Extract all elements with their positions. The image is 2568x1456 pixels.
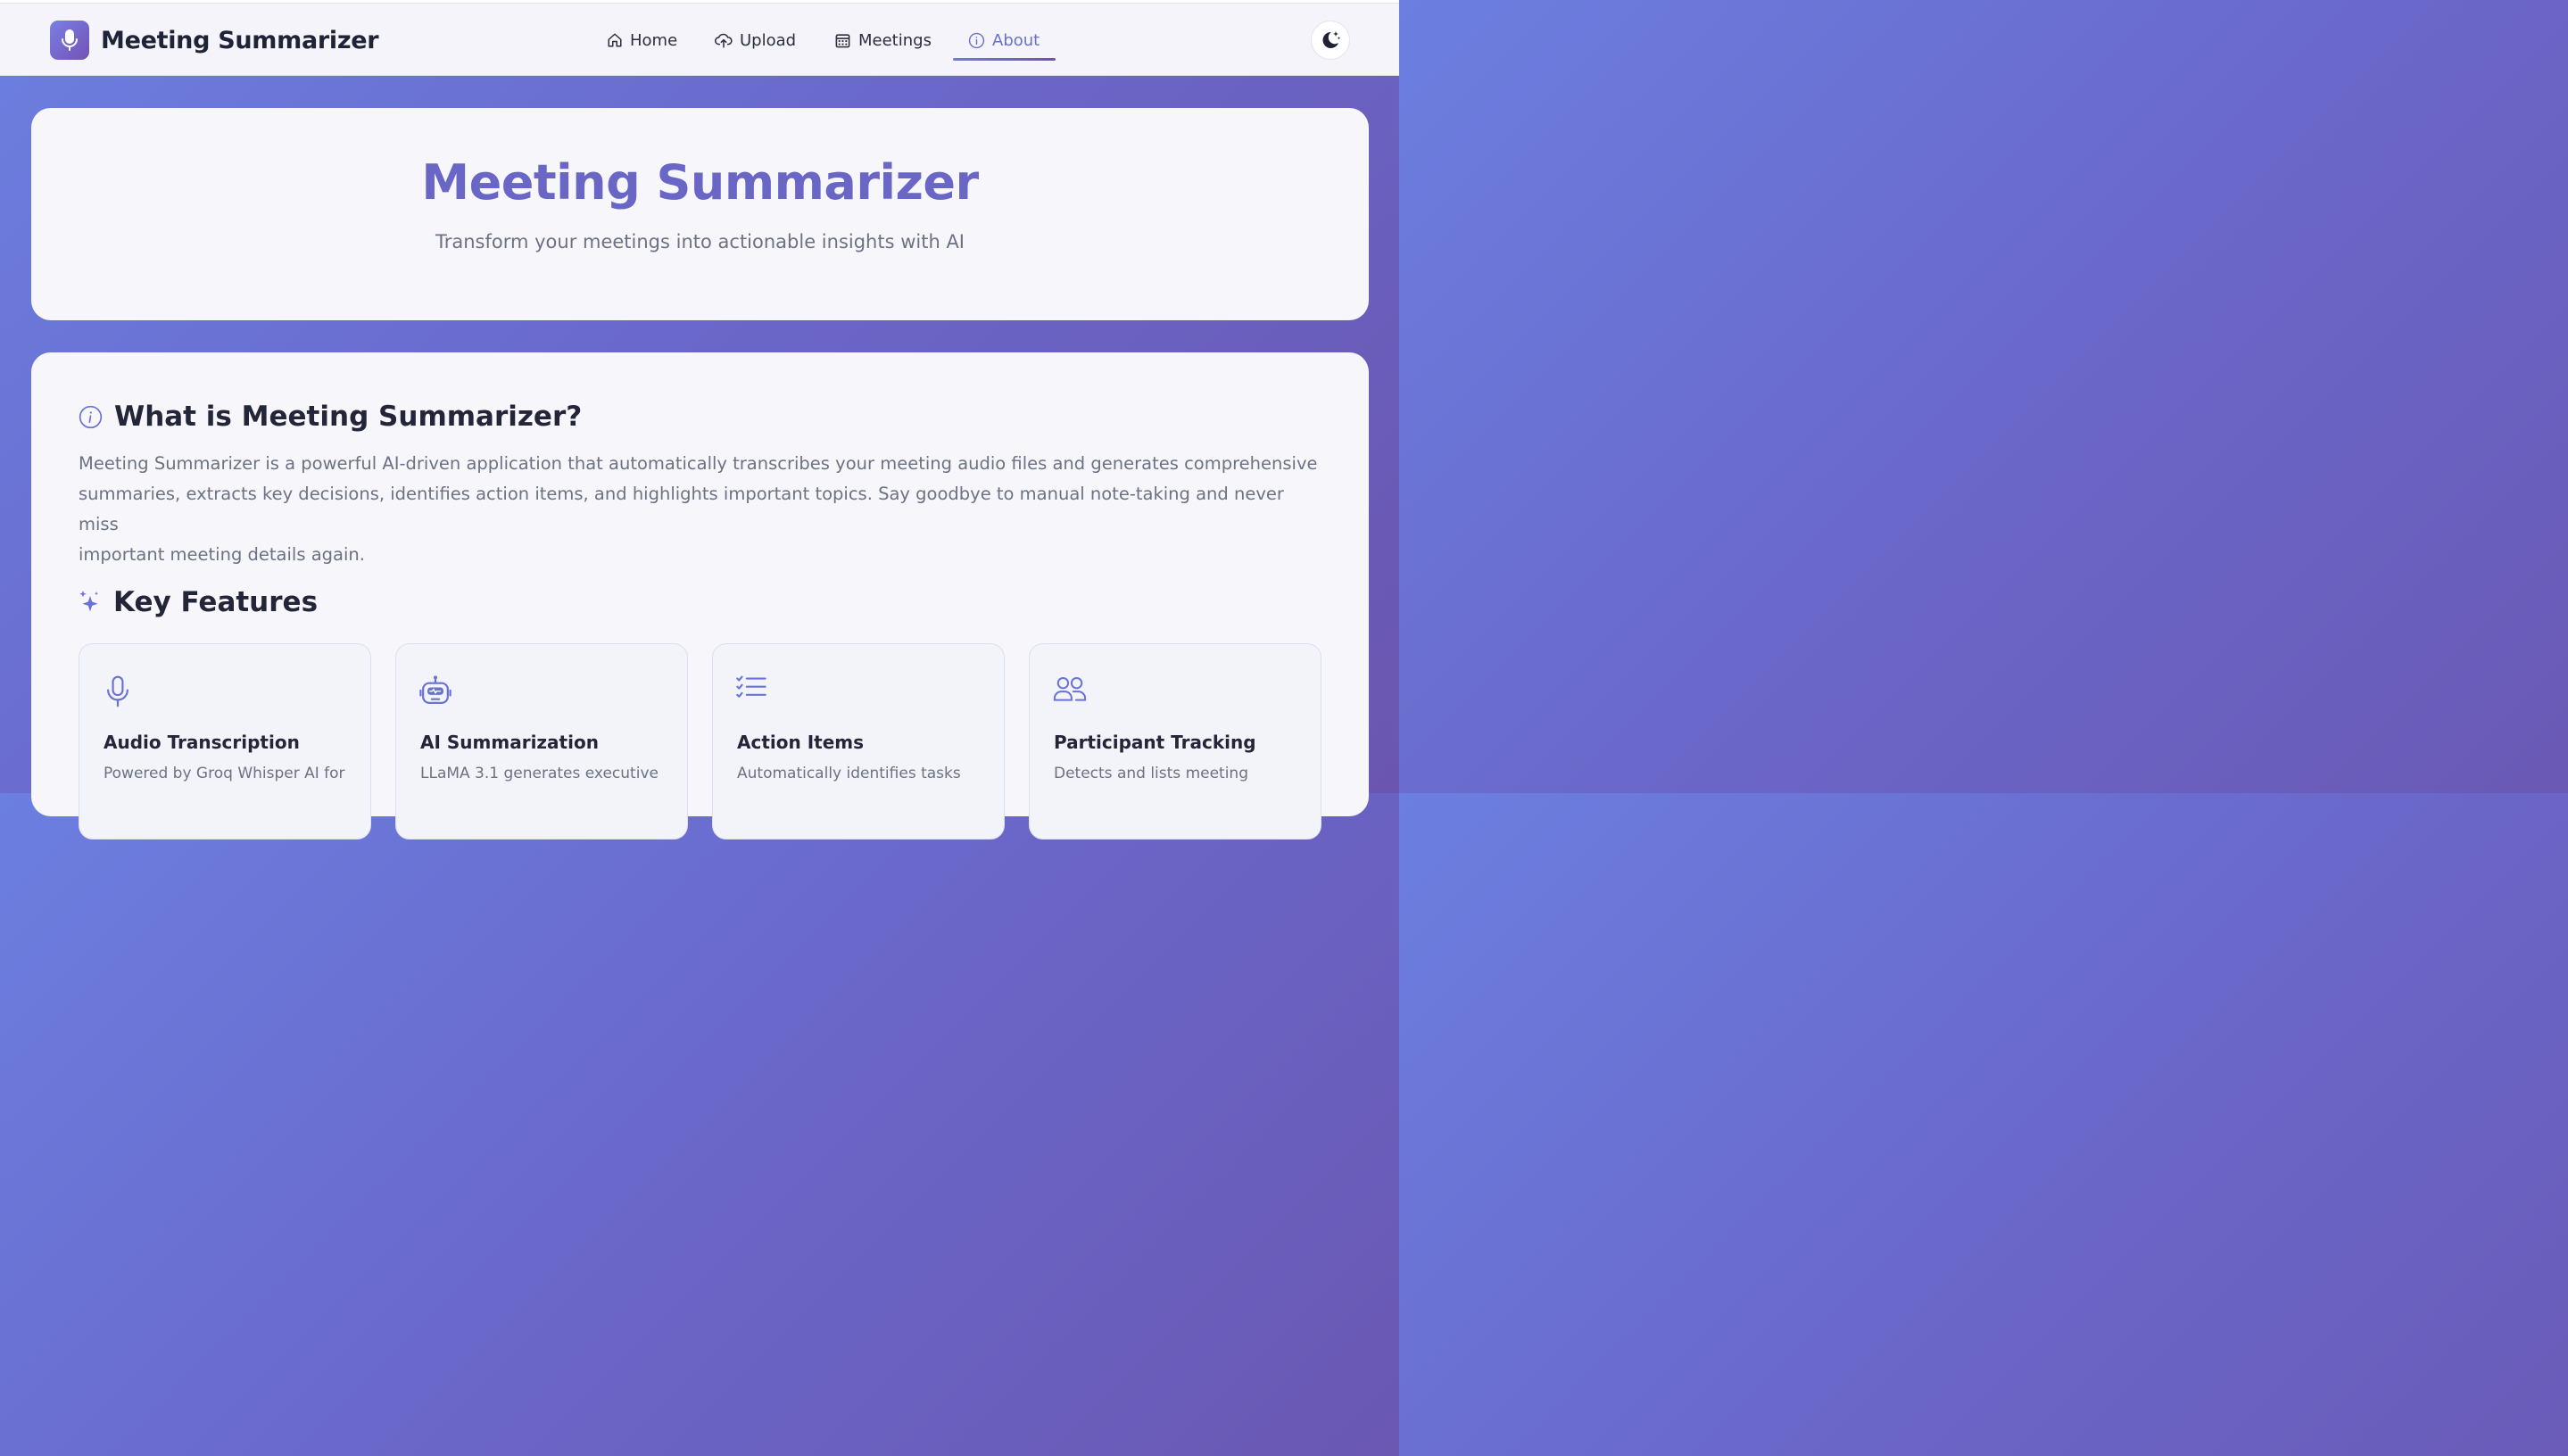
theme-toggle-button[interactable] (1311, 21, 1350, 60)
brand-title: Meeting Summarizer (101, 26, 379, 54)
feature-card-description: Automatically identifies tasks (737, 765, 961, 782)
robot-icon (419, 675, 451, 704)
brand[interactable]: Meeting Summarizer (50, 21, 379, 60)
feature-card-action-items[interactable]: Action Items Automatically identifies ta… (712, 643, 1005, 840)
feature-card-description: Detects and lists meeting (1054, 765, 1248, 782)
about-description: Meeting Summarizer is a powerful AI-driv… (79, 449, 1319, 570)
moon-stars-icon (1322, 31, 1341, 48)
info-icon (968, 32, 985, 48)
cloud-upload-icon (715, 33, 733, 48)
features-heading-text: Key Features (113, 586, 319, 618)
feature-card-description: LLaMA 3.1 generates executive (420, 765, 659, 782)
hero-subtitle: Transform your meetings into actionable … (435, 231, 965, 252)
nav-item-meetings[interactable]: Meetings (834, 27, 932, 54)
feature-card-ai-summarization[interactable]: AI Summarization LLaMA 3.1 generates exe… (395, 643, 688, 840)
about-heading-text: What is Meeting Summarizer? (114, 401, 583, 433)
nav-item-upload[interactable]: Upload (715, 27, 796, 54)
about-content-card: What is Meeting Summarizer? Meeting Summ… (31, 352, 1369, 840)
feature-card-title: Participant Tracking (1054, 732, 1256, 753)
calendar-icon (835, 33, 850, 47)
checklist-icon (736, 675, 766, 698)
about-description-line: Meeting Summarizer is a powerful AI-driv… (79, 453, 1318, 474)
nav-item-about[interactable]: About (968, 27, 1040, 54)
feature-card-audio-transcription[interactable]: Audio Transcription Powered by Groq Whis… (79, 643, 371, 840)
users-icon (1053, 676, 1087, 701)
feature-card-participant-tracking[interactable]: Participant Tracking Detects and lists m… (1029, 643, 1321, 840)
microphone-icon (107, 675, 128, 707)
nav-item-label: Home (630, 30, 678, 50)
feature-card-description: Powered by Groq Whisper AI for (104, 765, 345, 782)
feature-card-title: Action Items (737, 732, 865, 753)
feature-card-title: AI Summarization (420, 732, 599, 753)
nav-item-label: Upload (740, 30, 797, 50)
home-icon (608, 33, 622, 47)
top-navbar: Meeting Summarizer Home Upload Meetings (0, 4, 1399, 76)
info-icon (79, 405, 103, 428)
about-description-line: important meeting details again. (79, 544, 365, 565)
hero-title: Meeting Summarizer (421, 154, 979, 211)
sparkles-icon (79, 591, 99, 612)
nav-item-label: About (992, 30, 1040, 50)
about-description-line: summaries, extracts key decisions, ident… (79, 484, 1284, 534)
hero-card: Meeting Summarizer Transform your meetin… (31, 108, 1369, 320)
feature-card-title: Audio Transcription (104, 732, 300, 753)
features-section-heading: Key Features (79, 586, 318, 618)
nav-item-home[interactable]: Home (607, 27, 677, 54)
active-tab-indicator (953, 58, 1056, 61)
microphone-logo-icon (50, 21, 89, 60)
nav-item-label: Meetings (858, 30, 932, 50)
about-section-heading: What is Meeting Summarizer? (79, 401, 582, 433)
